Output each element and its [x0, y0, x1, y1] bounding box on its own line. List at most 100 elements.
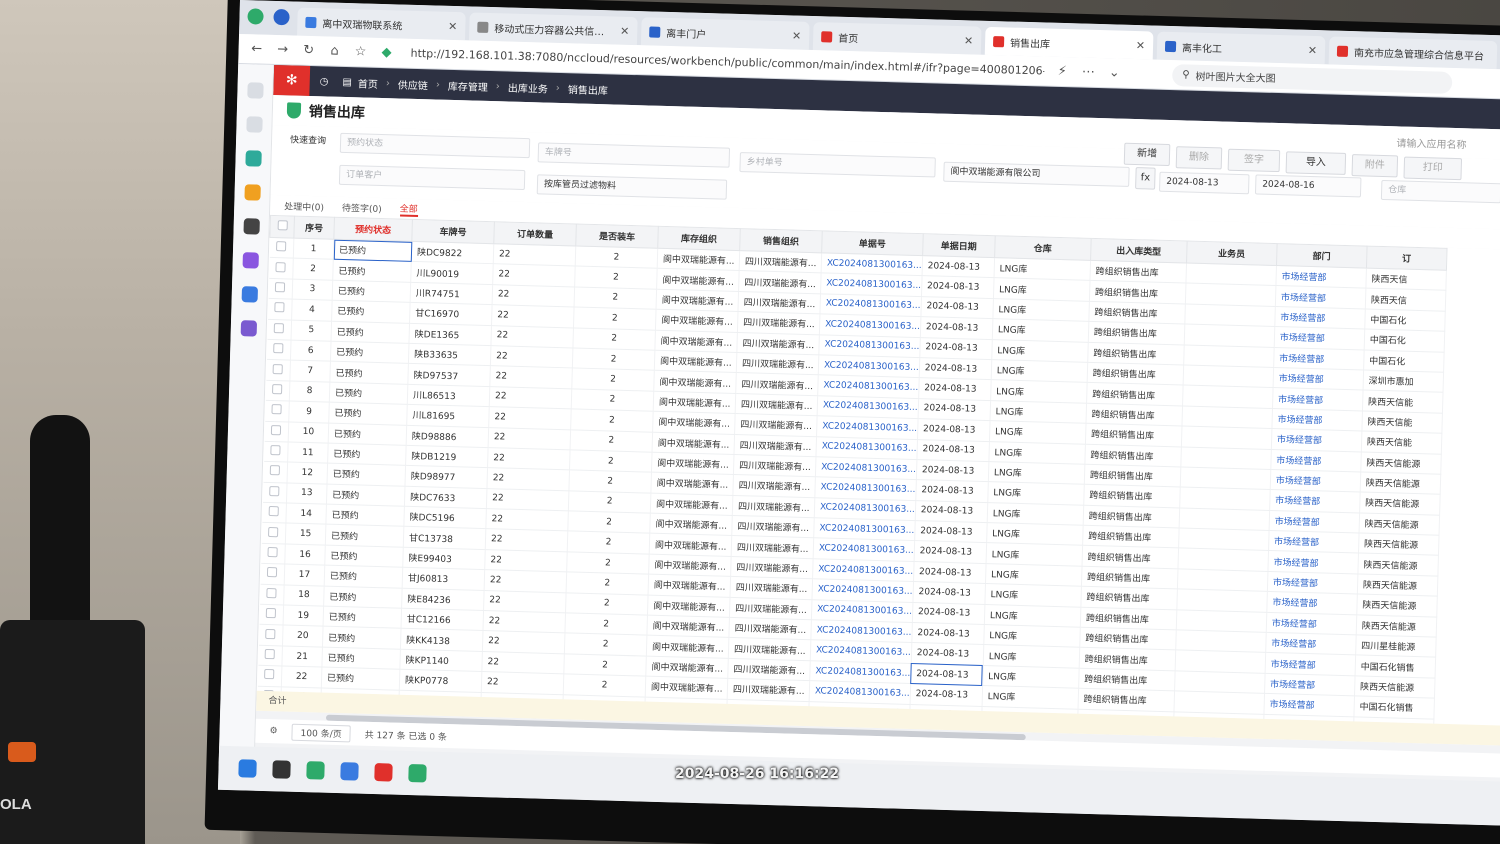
close-icon[interactable]: ✕ — [1308, 43, 1318, 56]
ai-assistant-icon[interactable] — [241, 286, 258, 303]
document-icon[interactable]: ▤ — [342, 76, 352, 87]
table-cell[interactable]: XC2024081300163... — [814, 497, 916, 521]
row-checkbox[interactable] — [268, 278, 293, 300]
taskview-icon[interactable] — [272, 760, 291, 779]
clock-icon[interactable]: ◷ — [320, 76, 329, 87]
col-header[interactable]: 出入库类型 — [1090, 238, 1187, 264]
col-header[interactable]: 库存组织 — [657, 226, 741, 251]
page-size-select[interactable]: 100 条/页 — [291, 723, 351, 742]
lightning-icon[interactable]: ⚡ — [1054, 64, 1070, 79]
row-checkbox[interactable] — [267, 298, 293, 320]
breadcrumb-item[interactable]: 出库业务 — [508, 79, 548, 95]
app-menu-icon[interactable]: ✻ — [273, 64, 311, 96]
table-cell[interactable]: XC2024081300163... — [821, 252, 923, 277]
settings-gear-icon[interactable]: ⚙ — [269, 726, 277, 736]
row-checkbox[interactable] — [257, 665, 282, 687]
back-arrow-icon[interactable]: ← — [248, 41, 264, 56]
plus-icon[interactable] — [245, 116, 263, 133]
col-header[interactable]: 仓库 — [994, 235, 1092, 261]
row-checkbox[interactable] — [260, 543, 286, 565]
reservation-status-input[interactable]: 预约状态 — [339, 132, 531, 159]
org-input[interactable]: 阆中双瑞能源有限公司 — [943, 161, 1130, 187]
more-icon[interactable]: ⋯ — [1080, 64, 1096, 80]
table-cell[interactable]: XC2024081300163... — [809, 660, 912, 684]
close-icon[interactable]: ✕ — [964, 34, 974, 47]
table-cell[interactable]: XC2024081300163... — [814, 477, 917, 501]
delete-button[interactable]: 删除 — [1175, 146, 1223, 170]
breadcrumb-item[interactable]: 销售出库 — [568, 81, 608, 97]
table-cell[interactable]: XC2024081300163... — [811, 578, 914, 603]
col-header[interactable]: 是否装车 — [575, 223, 659, 249]
wechat-icon[interactable] — [408, 764, 427, 783]
tab-all[interactable]: 全部 — [399, 201, 418, 217]
browser-taskbar-icon[interactable] — [306, 761, 325, 780]
col-header[interactable]: 单据号 — [821, 230, 924, 256]
row-checkbox[interactable] — [263, 441, 289, 463]
table-cell[interactable]: XC2024081300163... — [810, 640, 912, 664]
print-button[interactable]: 打印 — [1403, 156, 1463, 181]
table-cell[interactable]: XC2024081300163... — [813, 538, 915, 562]
wps-icon[interactable] — [374, 763, 393, 782]
row-checkbox[interactable] — [266, 339, 292, 361]
row-checkbox[interactable] — [264, 420, 289, 442]
home-icon[interactable]: ⌂ — [326, 43, 342, 59]
table-cell[interactable]: XC2024081300163... — [810, 619, 913, 643]
warehouse-input[interactable]: 仓库 — [1380, 179, 1500, 204]
table-cell[interactable]: XC2024081300163... — [819, 293, 922, 317]
table-cell[interactable]: XC2024081300163... — [817, 375, 920, 399]
sign-button[interactable]: 签字 — [1227, 148, 1281, 173]
row-checkbox[interactable] — [260, 563, 285, 585]
breadcrumb-item[interactable]: 供应链 — [398, 76, 428, 92]
row-checkbox[interactable] — [262, 482, 288, 504]
table-cell[interactable]: XC2024081300163... — [818, 334, 921, 358]
row-checkbox[interactable] — [261, 502, 287, 524]
row-checkbox[interactable] — [265, 380, 290, 402]
home-icon[interactable] — [246, 82, 264, 99]
ai-icon[interactable] — [242, 252, 259, 269]
import-button[interactable]: 导入 — [1285, 151, 1347, 175]
shield-icon[interactable]: ◆ — [378, 45, 394, 60]
browser-search-input[interactable]: ⚲ 树叶图片大全大图 — [1171, 63, 1453, 94]
customer-input[interactable]: 订单客户 — [338, 164, 526, 191]
table-cell[interactable]: XC2024081300163... — [812, 558, 914, 582]
breadcrumb-item[interactable]: 库存管理 — [448, 77, 488, 93]
date-from-input[interactable]: 2024-08-13 — [1159, 171, 1250, 195]
row-checkbox[interactable] — [261, 522, 286, 544]
order-number-input[interactable]: 乡村单号 — [739, 152, 936, 178]
table-cell[interactable]: XC2024081300163... — [818, 354, 920, 378]
date-to-input[interactable]: 2024-08-16 — [1254, 174, 1362, 198]
search-taskbar-icon[interactable] — [340, 762, 359, 781]
star-icon[interactable] — [243, 184, 261, 201]
col-header[interactable]: 订单数量 — [493, 221, 577, 246]
forward-arrow-icon[interactable]: → — [274, 42, 290, 57]
table-cell[interactable]: XC2024081300163... — [820, 273, 922, 297]
col-header[interactable]: 单据日期 — [922, 233, 996, 258]
close-icon[interactable]: ✕ — [1136, 39, 1146, 52]
row-checkbox[interactable] — [269, 237, 294, 259]
row-checkbox[interactable] — [259, 604, 284, 626]
chevron-down-icon[interactable]: ⌄ — [1106, 65, 1122, 80]
col-header[interactable]: 销售组织 — [739, 228, 823, 253]
tab-processing[interactable]: 处理中(0) — [284, 199, 324, 213]
col-header[interactable]: 订 — [1366, 246, 1447, 271]
col-header[interactable]: 业务员 — [1186, 241, 1277, 266]
row-checkbox[interactable] — [267, 318, 292, 341]
app-name-search[interactable]: 请输入应用名称 — [1396, 134, 1466, 151]
app-green-icon[interactable] — [244, 150, 262, 167]
browser-logo-icon[interactable] — [247, 8, 264, 25]
add-button[interactable]: 新增 — [1123, 142, 1171, 167]
table-cell[interactable]: XC2024081300163... — [815, 436, 918, 460]
row-checkbox[interactable] — [257, 645, 283, 667]
col-header[interactable]: 部门 — [1276, 243, 1367, 269]
select-all-checkbox[interactable] — [269, 215, 295, 239]
close-icon[interactable]: ✕ — [620, 24, 630, 37]
col-header[interactable]: 预约状态 — [333, 217, 413, 242]
row-checkbox[interactable] — [268, 257, 294, 279]
row-checkbox[interactable] — [259, 583, 285, 605]
col-header[interactable]: 车牌号 — [411, 219, 495, 244]
windows-start-icon[interactable] — [238, 759, 257, 778]
table-cell[interactable]: XC2024081300163... — [815, 456, 917, 480]
close-icon[interactable]: ✕ — [792, 29, 802, 42]
table-cell[interactable]: XC2024081300163... — [816, 415, 918, 440]
row-checkbox[interactable] — [264, 400, 290, 422]
